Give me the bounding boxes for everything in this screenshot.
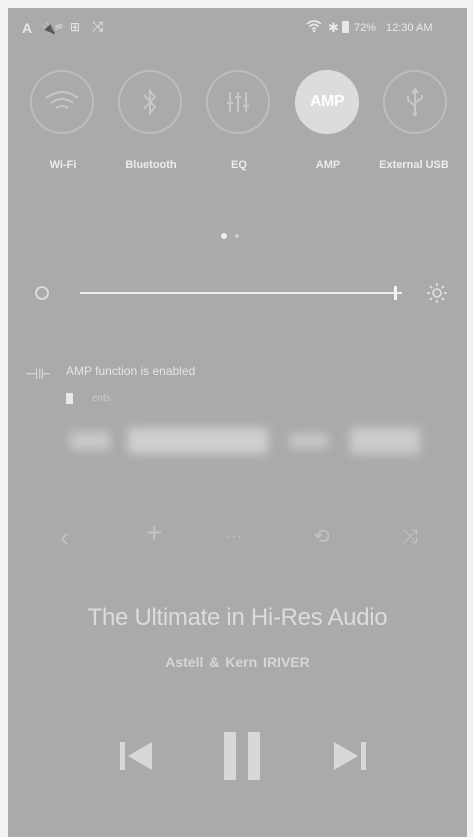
brightness-thumb[interactable] [393, 286, 397, 300]
amp-icon[interactable]: AMP [295, 70, 359, 134]
brightness-slider[interactable] [8, 273, 467, 313]
wifi-status-icon [306, 20, 322, 35]
player-screen: A 🔌⁸⁰ ⊞ ⤨ ✱ 72% 12:30 AM Wi-Fi Bluetooth… [8, 8, 467, 837]
shuffle-status-icon: ⤨ [92, 18, 104, 34]
status-bar: A 🔌⁸⁰ ⊞ ⤨ ✱ 72% 12:30 AM [8, 8, 467, 48]
eq-icon[interactable] [206, 70, 270, 134]
album-art-strip [70, 424, 430, 464]
repeat-button[interactable]: ⟲ [313, 527, 330, 547]
app-indicator: A [22, 20, 33, 36]
bluetooth-icon[interactable] [118, 70, 182, 134]
transport-controls [8, 726, 467, 796]
amp-icon-text: AMP [309, 93, 345, 110]
previous-track-button[interactable] [114, 738, 158, 774]
clock: 12:30 AM [386, 22, 433, 34]
shuffle-button[interactable]: ⤨ [402, 527, 418, 547]
notification-sub-icon [66, 393, 73, 404]
more-button[interactable]: ··· [226, 527, 242, 547]
notification-text[interactable]: AMP function is enabled [66, 364, 195, 378]
pause-icon [224, 732, 260, 780]
pause-button[interactable] [218, 726, 268, 786]
add-button[interactable]: + [146, 519, 162, 547]
back-button[interactable]: ‹ [60, 524, 69, 550]
toggle-label-amp: AMP [315, 159, 341, 171]
usb-icon: 🔌⁸⁰ [42, 23, 63, 35]
amp-notification-icon: ⊣⊩ [25, 366, 52, 383]
brightness-low-icon [35, 286, 49, 300]
song-artist: Astell & Kern IRIVER [165, 654, 310, 670]
toggle-label-external-usb: External USB [379, 159, 449, 171]
previous-icon [120, 742, 152, 770]
page-dot-active [221, 233, 227, 239]
brightness-high-icon [425, 281, 449, 310]
grid-icon: ⊞ [70, 20, 81, 34]
page-dot [235, 234, 239, 238]
bluetooth-status-icon: ✱ [328, 20, 339, 35]
wifi-icon[interactable] [30, 70, 94, 134]
song-title: The Ultimate in Hi-Res Audio [87, 604, 388, 631]
player-controls: ‹ + ··· ⟲ ⤨ [8, 519, 467, 553]
usb-icon[interactable] [383, 70, 447, 134]
toggle-label-wifi: Wi-Fi [49, 159, 77, 171]
battery-percent: 72% [354, 22, 377, 34]
next-track-button[interactable] [328, 738, 372, 774]
next-icon [334, 742, 366, 770]
battery-icon [342, 21, 349, 33]
toggle-label-eq: EQ [231, 159, 247, 171]
notification-sub-text: ents [92, 393, 111, 404]
brightness-track[interactable] [80, 292, 402, 294]
toggle-label-bluetooth: Bluetooth [125, 159, 177, 171]
